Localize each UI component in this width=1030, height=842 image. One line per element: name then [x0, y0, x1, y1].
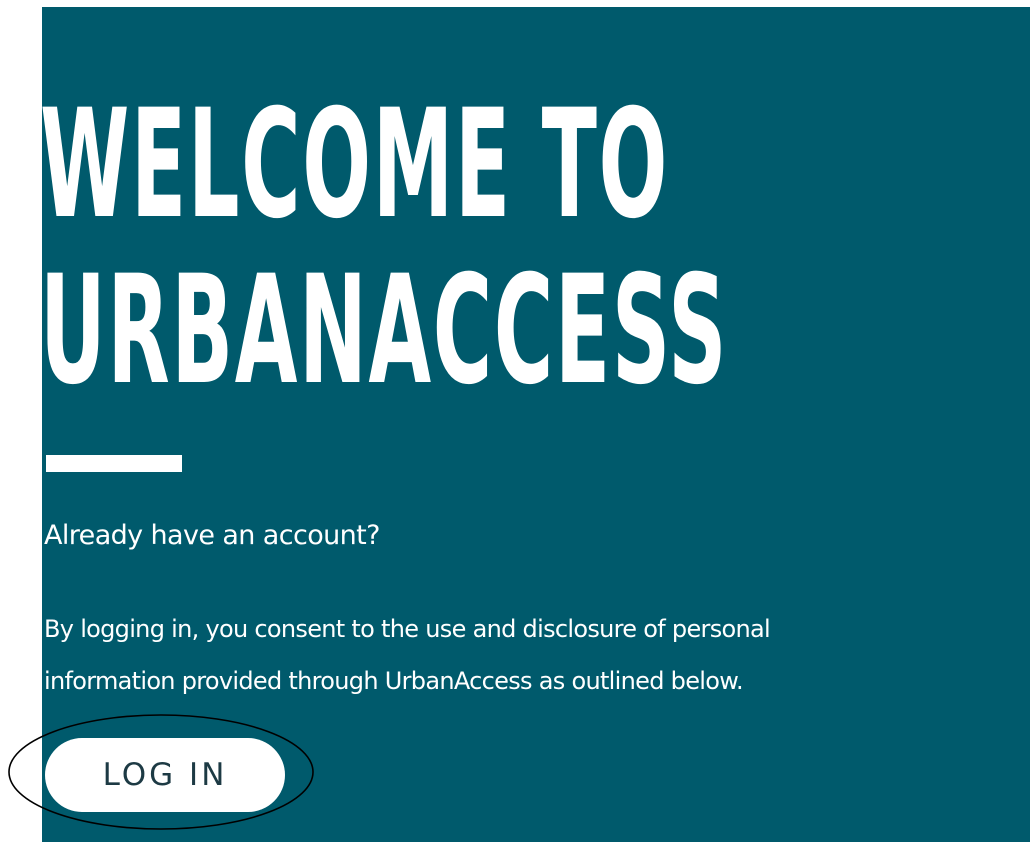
- account-prompt: Already have an account?: [44, 520, 381, 551]
- consent-line-2: information provided through UrbanAccess…: [44, 667, 744, 695]
- page: WELCOME TO URBANACCESS Already have an a…: [0, 0, 1030, 842]
- title-divider: [46, 455, 182, 472]
- login-button[interactable]: LOG IN: [45, 738, 285, 812]
- consent-text: By logging in, you consent to the use an…: [44, 603, 1024, 707]
- title-line-1: WELCOME TO: [40, 78, 670, 252]
- title-line-2: URBANACCESS: [40, 244, 729, 418]
- consent-line-1: By logging in, you consent to the use an…: [44, 615, 771, 643]
- page-title: WELCOME TO URBANACCESS: [40, 82, 728, 414]
